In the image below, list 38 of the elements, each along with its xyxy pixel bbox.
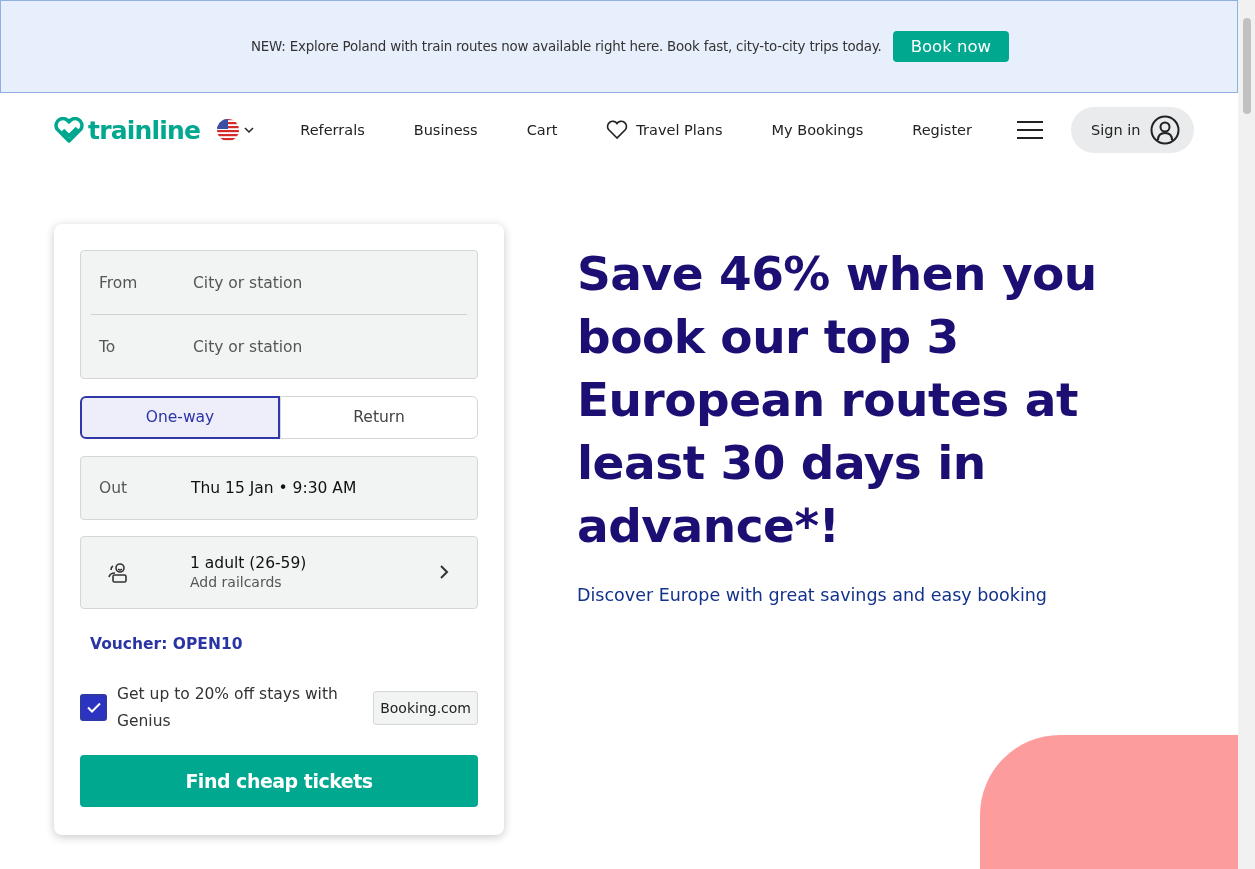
voucher-link[interactable]: Voucher: OPEN10 <box>90 634 478 653</box>
from-field[interactable]: City or station <box>191 272 467 293</box>
sign-in-button[interactable]: Sign in <box>1070 107 1195 153</box>
nav-link[interactable]: Business <box>413 120 478 140</box>
flag-icon <box>216 118 241 142</box>
trip-type-tab[interactable]: Return <box>280 396 478 439</box>
passenger-summary: 1 adult (26-59) <box>190 554 308 573</box>
hero-subtitle: Discover Europe with great savings and easy booking <box>577 585 1048 605</box>
to-label: To <box>99 337 117 356</box>
chevron-right-icon <box>439 564 449 581</box>
to-field[interactable]: City or station <box>191 336 467 357</box>
chevron-down-icon <box>244 126 255 134</box>
hero-headline: Save 46% when you book our top 3 European routes at least 30 days in advance*! <box>577 245 1098 555</box>
genius-offer-text: Get up to 20% off stays with Genius <box>117 683 339 732</box>
check-icon <box>86 702 101 714</box>
heart-icon <box>606 120 629 140</box>
from-label: From <box>99 273 139 292</box>
nav-link[interactable]: Travel Plans <box>606 120 723 140</box>
logo-icon <box>54 117 84 143</box>
nav-link[interactable]: Cart <box>526 120 558 140</box>
genius-checkbox[interactable] <box>80 694 107 722</box>
user-icon <box>1150 115 1181 145</box>
banner-text: NEW: Explore Poland with train routes now available right here. Book fast, city-to-city trips today. <box>251 39 882 54</box>
passengers-icon <box>107 560 129 585</box>
scrollbar[interactable] <box>1238 0 1255 869</box>
language-selector[interactable] <box>216 118 255 142</box>
menu-icon[interactable] <box>1016 120 1043 140</box>
date-value: Thu 15 Jan • 9:30 AM <box>191 478 357 497</box>
nav-link[interactable]: Register <box>912 120 972 140</box>
nav-link[interactable]: My Bookings <box>771 120 864 140</box>
railcards-hint: Add railcards <box>190 574 283 591</box>
nav-link[interactable]: Referrals <box>300 120 365 140</box>
scrollbar-thumb[interactable] <box>1242 18 1251 114</box>
out-label: Out <box>99 478 129 497</box>
partner-badge: Booking.com <box>373 690 478 725</box>
date-field[interactable]: Out Thu 15 Jan • 9:30 AM <box>80 455 478 520</box>
passengers-field[interactable]: 1 adult (26-59) Add railcards <box>80 535 478 609</box>
trip-type-tab[interactable]: One-way <box>80 396 280 439</box>
